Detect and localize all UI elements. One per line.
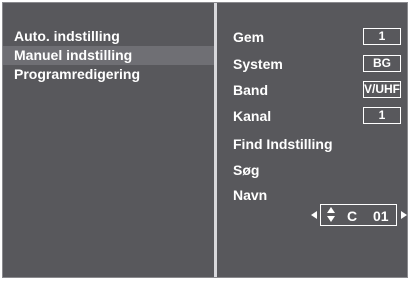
store-label: Gem [233,29,265,45]
panel-divider [214,3,217,277]
fine-tuning-label: Find Indstilling [233,136,333,152]
row-channel[interactable]: Kanal 1 [233,106,409,126]
menu-item-auto-tuning[interactable]: Auto. indstilling [3,27,214,46]
menu-item-program-editing[interactable]: Programredigering [3,65,214,84]
row-band[interactable]: Band V/UHF [233,80,409,100]
store-value[interactable]: 1 [363,28,401,45]
name-label: Navn [233,187,268,203]
row-system[interactable]: System BG [233,54,409,74]
osd-menu-panel: Auto. indstilling Manuel indstilling Pro… [2,2,408,278]
name-letter: C [347,208,358,224]
channel-label: Kanal [233,108,272,124]
menu-item-label: Manuel indstilling [14,47,133,63]
band-value[interactable]: V/UHF [363,81,401,98]
menu-item-label: Programredigering [14,66,141,82]
name-editor[interactable]: C 01 [311,204,407,226]
arrow-right-icon[interactable] [401,211,407,219]
channel-value[interactable]: 1 [363,107,401,124]
row-search[interactable]: Søg [233,160,409,180]
arrow-left-icon[interactable] [311,211,317,219]
menu-item-label: Auto. indstilling [14,28,120,44]
name-number: 01 [373,208,389,224]
menu-item-manual-tuning[interactable]: Manuel indstilling [3,46,214,65]
up-down-arrows-icon [326,207,336,223]
name-editor-box[interactable]: C 01 [320,204,397,226]
system-value[interactable]: BG [363,55,401,72]
row-store[interactable]: Gem 1 [233,27,409,47]
band-label: Band [233,82,268,98]
left-menu: Auto. indstilling Manuel indstilling Pro… [3,27,214,84]
row-name[interactable]: Navn [233,185,409,205]
system-label: System [233,56,283,72]
row-fine-tuning[interactable]: Find Indstilling [233,134,409,154]
search-label: Søg [233,162,260,178]
manual-tuning-panel: Gem 1 System BG Band V/UHF Kanal 1 Find … [233,3,409,277]
